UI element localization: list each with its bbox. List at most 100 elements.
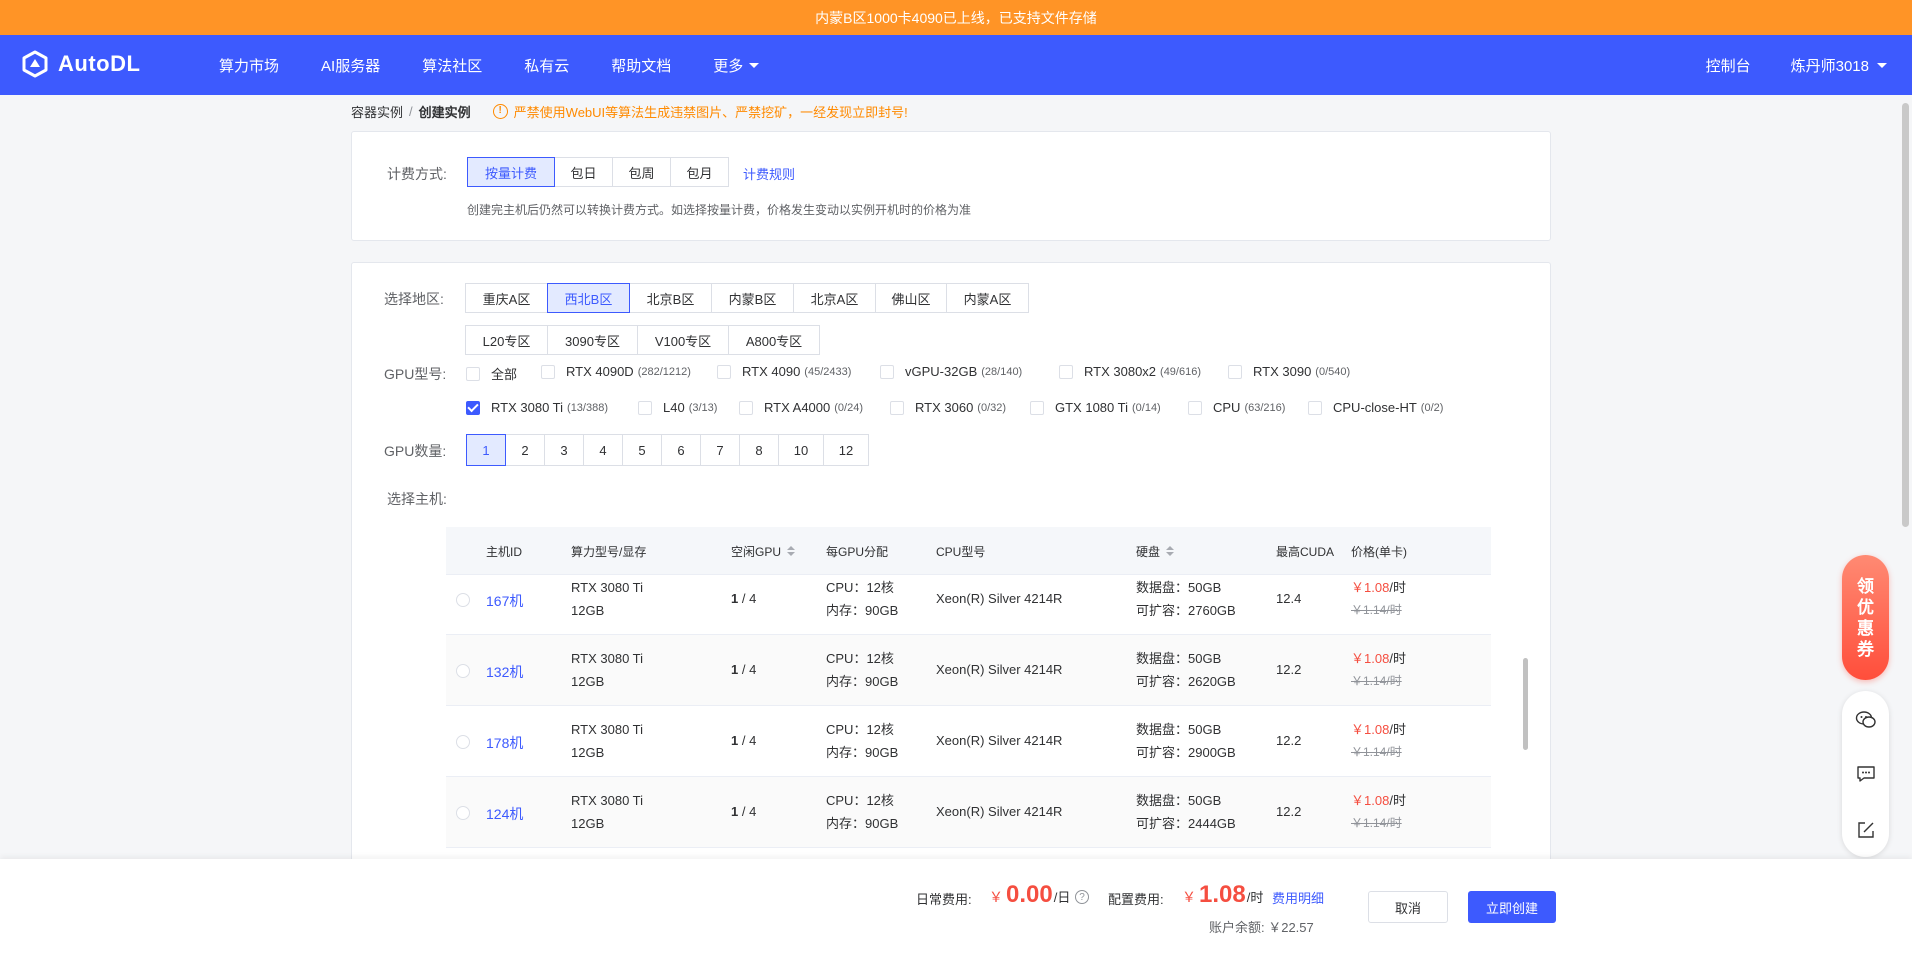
gpu-option-rtx3080x2[interactable]: RTX 3080x2 (49/616) [1059, 364, 1201, 379]
table-row[interactable]: 167机 RTX 3080 Ti 12GB 1 / 4 CPU：12核 内存：9… [446, 575, 1491, 635]
disk-cell: 数据盘：50GB 可扩容：2900GB [1136, 718, 1236, 764]
region-3090[interactable]: 3090专区 [547, 325, 638, 355]
gpu-count-2[interactable]: 2 [505, 434, 545, 466]
billing-option-hourly[interactable]: 按量计费 [467, 157, 555, 187]
col-free-gpu[interactable]: 空闲GPU [731, 527, 796, 575]
gpu-count-7[interactable]: 7 [700, 434, 740, 466]
col-disk[interactable]: 硬盘 [1136, 527, 1175, 575]
checkbox[interactable] [1059, 364, 1073, 379]
region-v100[interactable]: V100专区 [637, 325, 729, 355]
col-free-gpu-label: 空闲GPU [731, 544, 782, 559]
config-cost-unit: /时 [1246, 890, 1264, 905]
region-chongqing-a[interactable]: 重庆A区 [465, 283, 548, 313]
gpu-option-rtx3060[interactable]: RTX 3060 (0/32) [890, 400, 1006, 415]
nav-docs[interactable]: 帮助文档 [611, 55, 671, 76]
gpu-count-6[interactable]: 6 [661, 434, 701, 466]
gpu-option-count: (3/13) [688, 401, 718, 414]
region-beijing-b[interactable]: 北京B区 [629, 283, 712, 313]
table-scrollbar[interactable] [1523, 658, 1528, 750]
gpu-count-3[interactable]: 3 [544, 434, 584, 466]
cost-detail-link[interactable]: 费用明细 [1272, 888, 1324, 907]
region-neimeng-b[interactable]: 内蒙B区 [711, 283, 794, 313]
gpu-count-8[interactable]: 8 [739, 434, 779, 466]
checkbox[interactable] [739, 400, 753, 415]
region-foshan[interactable]: 佛山区 [875, 283, 947, 313]
host-id-link[interactable]: 124机 [486, 804, 523, 824]
billing-option-daily[interactable]: 包日 [554, 157, 613, 187]
table-row[interactable]: 178机 RTX 3080 Ti 12GB 1 / 4 CPU：12核 内存：9… [446, 706, 1491, 777]
cancel-button[interactable]: 取消 [1368, 891, 1448, 923]
gpu-option-all[interactable]: 全部 [466, 364, 517, 383]
gpu-option-gtx1080ti[interactable]: GTX 1080 Ti (0/14) [1030, 400, 1161, 415]
row-radio[interactable] [456, 735, 470, 749]
region-northwest-b[interactable]: 西北B区 [547, 283, 630, 313]
table-row[interactable]: 132机 RTX 3080 Ti 12GB 1 / 4 CPU：12核 内存：9… [446, 635, 1491, 706]
breadcrumb-parent[interactable]: 容器实例 [351, 102, 403, 121]
gpu-option-cpu-close-ht[interactable]: CPU-close-HT (0/2) [1308, 400, 1443, 415]
region-a800[interactable]: A800专区 [728, 325, 820, 355]
row-radio[interactable] [456, 593, 470, 607]
gpu-option-rtx3090[interactable]: RTX 3090 (0/540) [1228, 364, 1350, 379]
disk-expandable: 可扩容：2444GB [1136, 816, 1236, 831]
gpu-count-4[interactable]: 4 [583, 434, 623, 466]
checkbox[interactable] [638, 400, 652, 415]
checkbox[interactable] [1228, 364, 1242, 379]
region-options-row1: 重庆A区 西北B区 北京B区 内蒙B区 北京A区 佛山区 内蒙A区 [465, 283, 1029, 313]
gpu-count-10[interactable]: 10 [778, 434, 824, 466]
checkbox[interactable] [1030, 400, 1044, 415]
announcement-text[interactable]: 内蒙B区1000卡4090已上线，已支持文件存储 [815, 8, 1097, 28]
billing-option-monthly[interactable]: 包月 [670, 157, 729, 187]
host-id-link[interactable]: 167机 [486, 591, 523, 611]
gpu-option-vgpu32[interactable]: vGPU-32GB (28/140) [880, 364, 1022, 379]
host-id-link[interactable]: 178机 [486, 733, 523, 753]
help-icon[interactable]: ? [1075, 890, 1089, 904]
checkbox[interactable] [880, 364, 894, 379]
create-button[interactable]: 立即创建 [1468, 891, 1556, 923]
gpu-option-rtxa4000[interactable]: RTX A4000 (0/24) [739, 400, 863, 415]
sort-icon[interactable] [787, 546, 796, 556]
nav-private-cloud[interactable]: 私有云 [524, 55, 569, 76]
console-link[interactable]: 控制台 [1706, 55, 1751, 76]
gpu-option-rtx3080ti[interactable]: RTX 3080 Ti (13/388) [466, 400, 608, 415]
checkbox[interactable] [890, 400, 904, 415]
gpu-option-name: RTX A4000 [764, 400, 831, 415]
nav-ai-server[interactable]: AI服务器 [321, 55, 380, 76]
sort-icon[interactable] [1166, 546, 1175, 556]
gpu-option-rtx4090d[interactable]: RTX 4090D (282/1212) [541, 364, 691, 379]
gpu-option-rtx4090[interactable]: RTX 4090 (45/2433) [717, 364, 851, 379]
feedback-icon[interactable] [1855, 819, 1877, 841]
region-l20[interactable]: L20专区 [465, 325, 548, 355]
nav-more[interactable]: 更多 [713, 55, 760, 76]
billing-option-weekly[interactable]: 包周 [612, 157, 671, 187]
gpu-count-12[interactable]: 12 [823, 434, 869, 466]
checkbox[interactable] [466, 366, 480, 381]
logo[interactable]: AutoDL [20, 49, 140, 79]
price-cell: ￥1.08/时 ￥1.14/时 [1351, 789, 1406, 835]
row-radio[interactable] [456, 806, 470, 820]
gpu-option-l40[interactable]: L40 (3/13) [638, 400, 717, 415]
page-scrollbar[interactable] [1902, 103, 1909, 527]
row-radio[interactable] [456, 664, 470, 678]
coupon-button[interactable]: 领 优 惠 券 [1842, 555, 1889, 680]
billing-rules-link[interactable]: 计费规则 [743, 164, 795, 183]
table-row[interactable]: 124机 RTX 3080 Ti 12GB 1 / 4 CPU：12核 内存：9… [446, 777, 1491, 848]
region-beijing-a[interactable]: 北京A区 [793, 283, 876, 313]
host-id-link[interactable]: 132机 [486, 662, 523, 682]
gpu-option-cpu[interactable]: CPU (63/216) [1188, 400, 1285, 415]
checkbox[interactable] [1188, 400, 1202, 415]
nav-community[interactable]: 算法社区 [422, 55, 482, 76]
checkbox[interactable] [1308, 400, 1322, 415]
gpu-count-1[interactable]: 1 [466, 434, 506, 466]
cost-footer: 日常费用: ￥ 0.00/日 ? 配置费用: ￥ 1.08/时 费用明细 账户余额:… [0, 859, 1912, 954]
announcement-bar[interactable]: 内蒙B区1000卡4090已上线，已支持文件存储 [0, 0, 1912, 35]
region-neimeng-a[interactable]: 内蒙A区 [946, 283, 1029, 313]
user-menu[interactable]: 炼丹师3018 [1791, 55, 1887, 76]
checkbox[interactable] [717, 364, 731, 379]
checkbox-checked[interactable] [466, 400, 480, 415]
gpu-count-5[interactable]: 5 [622, 434, 662, 466]
nav-market[interactable]: 算力市场 [219, 55, 279, 76]
message-icon[interactable] [1855, 763, 1877, 785]
price-value: 1.08 [1364, 793, 1390, 808]
checkbox[interactable] [541, 364, 555, 379]
wechat-icon[interactable] [1855, 709, 1877, 731]
